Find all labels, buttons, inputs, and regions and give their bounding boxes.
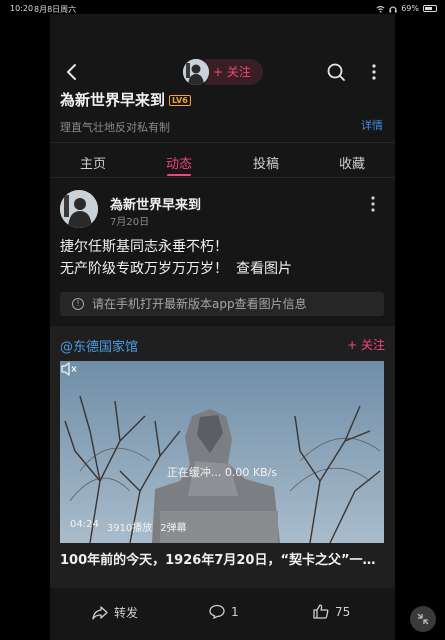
post-date: 7月20日 bbox=[110, 217, 150, 228]
profile-tabs: 主页 动态 投稿 收藏 bbox=[50, 142, 395, 178]
buffering-text: 正在缓冲... 0.00 KB/s bbox=[166, 466, 278, 479]
forward-follow-button[interactable]: + 关注 bbox=[347, 336, 385, 353]
post-author-name[interactable]: 為新世界早来到 bbox=[110, 194, 201, 213]
share-icon bbox=[92, 605, 108, 620]
like-button[interactable]: 75 bbox=[313, 604, 350, 619]
video-danmaku: 2弹幕 bbox=[160, 523, 187, 534]
status-time: 10:20 bbox=[10, 4, 34, 13]
headphones-icon bbox=[389, 5, 397, 12]
back-arrow-icon[interactable] bbox=[62, 62, 82, 82]
tab-favorites[interactable]: 收藏 bbox=[339, 153, 365, 172]
profile-name: 為新世界早来到 LV6 bbox=[60, 89, 191, 110]
video-player[interactable]: 正在缓冲... 0.00 KB/s 04:24 3910播放 2弹幕 bbox=[60, 361, 384, 543]
like-count: 75 bbox=[335, 604, 351, 619]
tab-dynamics[interactable]: 动态 bbox=[166, 153, 192, 172]
open-in-app-notice: ! 请在手机打开最新版本app查看图片信息 bbox=[60, 292, 384, 316]
thumbs-up-icon bbox=[313, 604, 329, 619]
active-tab-indicator bbox=[167, 174, 191, 176]
video-thumbnail bbox=[60, 361, 384, 543]
level-badge: LV6 bbox=[169, 95, 191, 106]
top-bar: + 关注 bbox=[50, 54, 395, 90]
header-avatar[interactable] bbox=[183, 59, 209, 85]
battery-icon bbox=[423, 5, 437, 12]
profile-detail-link[interactable]: 详情 bbox=[361, 117, 383, 133]
app-panel: + 关注 為新世界早来到 LV6 理直气壮地反对私有制 详情 主页 动态 投稿 收… bbox=[50, 14, 395, 640]
post-author-avatar[interactable] bbox=[60, 190, 98, 228]
post-line-2: 无产阶级专政万岁万万岁！ 查看图片 bbox=[60, 258, 292, 280]
info-icon: ! bbox=[72, 298, 84, 310]
header-follow-button[interactable]: + 关注 bbox=[205, 59, 263, 85]
wifi-icon bbox=[376, 5, 385, 13]
video-duration: 04:24 bbox=[70, 519, 99, 530]
share-button[interactable]: 转发 bbox=[92, 604, 138, 621]
more-vertical-icon[interactable] bbox=[364, 62, 384, 82]
notice-text: 请在手机打开最新版本app查看图片信息 bbox=[92, 297, 307, 311]
search-icon[interactable] bbox=[326, 62, 346, 82]
tab-submissions[interactable]: 投稿 bbox=[253, 153, 279, 172]
floating-window-button[interactable] bbox=[410, 606, 436, 632]
video-stats: 04:24 3910播放 2弹幕 bbox=[70, 519, 187, 534]
post-content: 捷尔任斯基同志永垂不朽！ 无产阶级专政万岁万万岁！ 查看图片 bbox=[60, 236, 292, 280]
status-right: 69% bbox=[376, 4, 437, 13]
forward-source-name[interactable]: @东德国家馆 bbox=[60, 336, 138, 355]
profile-signature: 理直气壮地反对私有制 bbox=[60, 121, 170, 134]
share-label: 转发 bbox=[114, 606, 139, 620]
view-image-link[interactable]: 查看图片 bbox=[236, 261, 292, 277]
video-plays: 3910播放 bbox=[106, 523, 153, 534]
shrink-window-icon bbox=[417, 613, 429, 625]
comment-button[interactable]: 1 bbox=[209, 604, 239, 619]
forward-video-title[interactable]: 100年前的今天，1926年7月20日，“契卡之父”一… bbox=[60, 549, 384, 568]
post-line-1: 捷尔任斯基同志永垂不朽！ bbox=[60, 239, 228, 255]
post-more-icon[interactable] bbox=[363, 194, 383, 214]
post-line-2-text: 无产阶级专政万岁万万岁！ bbox=[60, 261, 228, 277]
comment-icon bbox=[209, 604, 225, 619]
comment-count: 1 bbox=[231, 604, 239, 619]
profile-name-text: 為新世界早来到 bbox=[60, 91, 166, 109]
battery-percent: 69% bbox=[401, 4, 419, 13]
post-action-bar: 转发 1 75 bbox=[50, 588, 395, 640]
forwarded-card[interactable]: @东德国家馆 + 关注 正在缓冲... 0.00 KB/s 04:24 3910… bbox=[50, 326, 395, 588]
tab-home[interactable]: 主页 bbox=[80, 153, 106, 172]
mute-icon[interactable] bbox=[60, 361, 78, 377]
